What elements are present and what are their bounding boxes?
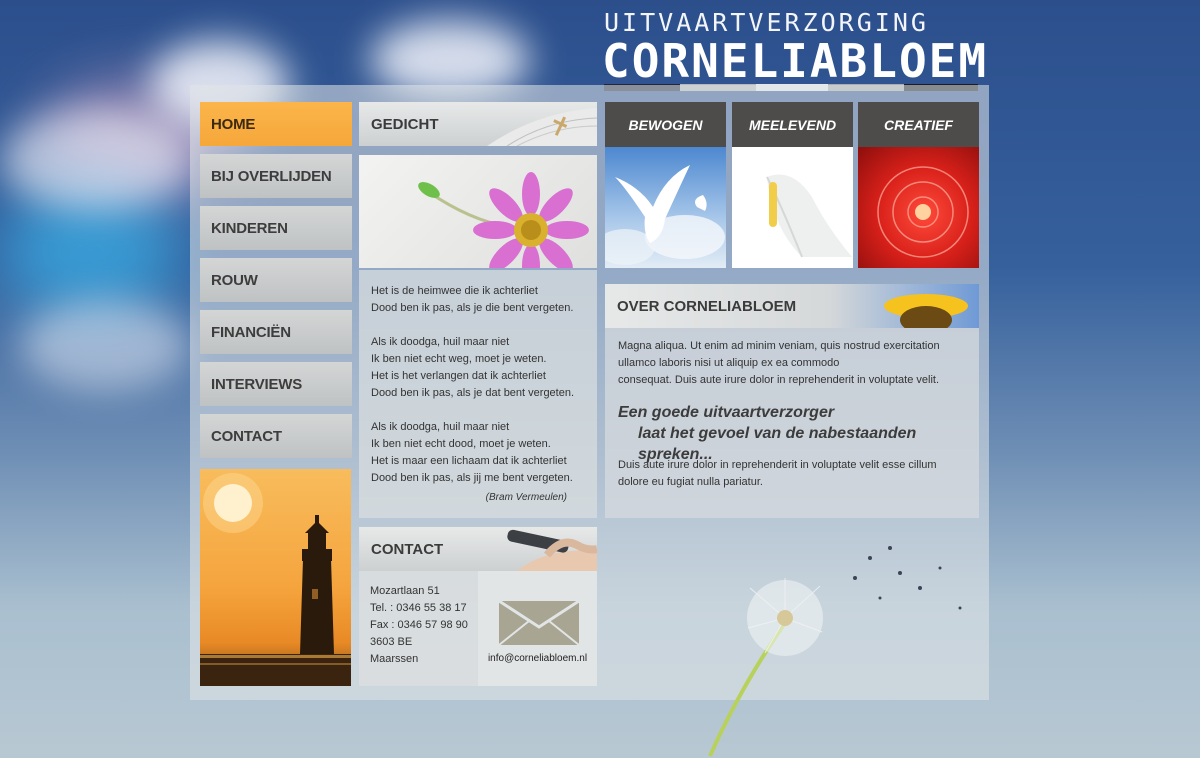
about-quote: Een goede uitvaartverzorger laat het gev… — [618, 402, 978, 465]
contact-address: Mozartlaan 51 Tel. : 0346 55 38 17 Fax :… — [370, 583, 468, 668]
phone-hand-icon — [507, 529, 597, 571]
poem-text: Het is de heimwee die ik achterliet Dood… — [371, 283, 591, 504]
about-header: OVER CORNELIABLOEM — [605, 284, 979, 328]
poem-line: Dood ben ik pas, als jij me bent vergete… — [371, 472, 573, 484]
theme-tile-bewogen[interactable]: BEWOGEN — [605, 102, 726, 268]
main-nav: HOME BIJ OVERLIJDEN KINDEREN ROUW FINANC… — [200, 102, 352, 466]
theme-label-meelevend[interactable]: MEELEVEND — [732, 102, 853, 147]
dove-illustration — [605, 165, 725, 265]
dandelion-icon — [708, 546, 962, 757]
calla-lily-illustration — [766, 174, 852, 258]
nav-item-contact[interactable]: CONTACT — [200, 414, 352, 458]
header-title: CORNELIABLOEM — [602, 34, 989, 88]
book-icon — [487, 108, 597, 146]
header-subtitle: UITVAARTVERZORGING — [604, 8, 929, 37]
poem-stanza: Het is de heimwee die ik achterliet Dood… — [371, 283, 591, 317]
poem-line: Dood ben ik pas, als je die bent vergete… — [371, 302, 574, 314]
theme-label-bewogen[interactable]: BEWOGEN — [605, 102, 726, 147]
poem-line: Het is de heimwee die ik achterliet — [371, 285, 538, 297]
theme-tile-meelevend[interactable]: MEELEVEND — [732, 102, 853, 268]
about-text-1: Magna aliqua. Ut enim ad minim veniam, q… — [618, 340, 940, 369]
poem-line: Het is maar een lichaam dat ik achterlie… — [371, 455, 567, 467]
nav-item-rouw[interactable]: ROUW — [200, 258, 352, 302]
nav-item-bij-overlijden[interactable]: BIJ OVERLIJDEN — [200, 154, 352, 198]
lighthouse-sunset-image — [200, 469, 351, 686]
contact-city: Maarssen — [370, 653, 419, 665]
poem-heading: GEDICHT — [371, 115, 439, 133]
dahlia-illustration — [877, 166, 969, 258]
contact-heading: CONTACT — [371, 540, 444, 558]
theme-label-creatief[interactable]: CREATIEF — [858, 102, 979, 147]
contact-street: Mozartlaan 51 — [370, 585, 440, 597]
about-text-outro: Duis aute irure dolor in reprehenderit i… — [618, 459, 937, 488]
email-link[interactable]: info@corneliabloem.nl — [478, 653, 597, 664]
poem-line: Als ik doodga, huil maar niet — [371, 336, 510, 348]
nav-item-interviews[interactable]: INTERVIEWS — [200, 362, 352, 406]
theme-tile-creatief[interactable]: CREATIEF — [858, 102, 979, 268]
poem-line: Als ik doodga, huil maar niet — [371, 421, 510, 433]
about-heading: OVER CORNELIABLOEM — [617, 297, 797, 315]
calla-lily-image — [732, 147, 853, 268]
poem-line: Ik ben niet echt weg, moet je weten. — [371, 353, 547, 365]
cloud — [20, 300, 190, 390]
contact-phone[interactable]: Tel. : 0346 55 38 17 — [370, 600, 468, 617]
about-text-intro: Magna aliqua. Ut enim ad minim veniam, q… — [618, 338, 970, 389]
nav-item-kinderen[interactable]: KINDEREN — [200, 206, 352, 250]
poem-stanza: Als ik doodga, huil maar niet Ik ben nie… — [371, 334, 591, 402]
poem-flower-image — [359, 155, 597, 268]
mail-box[interactable] — [478, 571, 597, 686]
contact-header: CONTACT — [359, 527, 597, 571]
lighthouse-illustration — [200, 473, 351, 686]
about-quote-line-1: Een goede uitvaartverzorger — [618, 404, 835, 421]
nav-item-home[interactable]: HOME — [200, 102, 352, 146]
poem-line: Ik ben niet echt dood, moet je weten. — [371, 438, 551, 450]
contact-fax: Fax : 0346 57 98 90 — [370, 619, 468, 631]
nav-item-financien[interactable]: FINANCIËN — [200, 310, 352, 354]
contact-postcode: 3603 BE — [370, 636, 413, 648]
about-text-1b: consequat. Duis aute irure dolor in repr… — [618, 374, 940, 386]
cloud — [0, 110, 190, 210]
sunflower-icon — [884, 294, 968, 328]
poem-stanza: Als ik doodga, huil maar niet Ik ben nie… — [371, 419, 591, 487]
poem-author: (Bram Vermeulen) — [485, 492, 567, 503]
poem-line: Het is het verlangen dat ik achterliet — [371, 370, 546, 382]
envelope-icon[interactable] — [499, 601, 579, 645]
poem-line: Dood ben ik pas, als je dat bent vergete… — [371, 387, 575, 399]
poem-header: GEDICHT — [359, 102, 597, 146]
dahlia-image — [858, 147, 979, 268]
dove-image — [605, 147, 726, 268]
daisy-illustration — [418, 172, 589, 268]
